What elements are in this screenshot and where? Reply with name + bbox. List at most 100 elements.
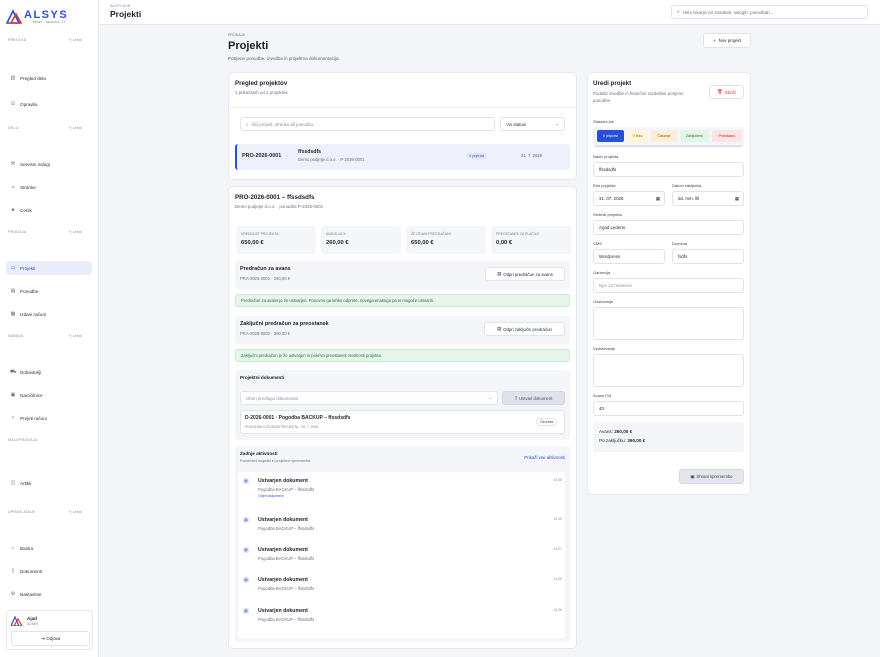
plus-icon: + [713,38,716,43]
edit-section-nabava[interactable]: ✎ Uredi [69,334,82,338]
section-title: Zaključni predračun za preostanek [240,321,329,327]
button-label: Odpri predračun za avans [503,271,553,277]
button-label: Shrani spremembe [696,474,733,479]
project-row[interactable]: PRO-2026-0001 ffssdsdfs Demo podjetje d.… [235,144,570,170]
chevron-down-icon: ⌄ [555,121,559,126]
deadline-value: 31. 07. 2026 [599,196,624,201]
sidebar-item-label: Izdani računi [20,311,47,317]
show-all-activity-link[interactable]: Prikaži vse aktivnosti [524,455,565,460]
project-name: ffssdsdfs [298,149,322,155]
activity-title: Ustvarjen dokument [258,478,308,484]
calendar-icon: ▦ [734,195,739,201]
open-final-invoice-button[interactable]: ▤ Odpri zaključni predračun [484,322,565,336]
global-search-input[interactable]: ⌕ Hitro iskanje po strankah, nalogih, pon… [671,5,868,19]
project-search-input[interactable]: ⌕ Išči projekt, stranko ali ponudbo... [240,117,495,131]
summary-advance: Avans: 260,00 € [599,429,632,434]
sidebar-item-ponudbe[interactable]: ▤ Ponudbe [6,284,92,298]
logo-text: ALSYS [24,9,69,21]
sidebar-item-label: Dokumenti [20,568,42,574]
edit-section-upravljanje[interactable]: ✎ Uredi [69,510,82,514]
new-project-button[interactable]: + Nov projekt [703,33,751,48]
deadline-input[interactable]: 31. 07. 2026 ▦ [593,191,665,206]
section-title: Predračun za avans [240,266,291,272]
document-icon: ▤ [243,478,249,484]
sidebar-item-dobavitelji[interactable]: ⛟ Dobavitelji [6,365,92,379]
activity-time: 14:29 [553,517,563,521]
save-changes-button[interactable]: ▣ Shrani spremembe [679,469,744,484]
document-icon: ▤ [243,608,249,614]
status-v-pripravi[interactable]: V pripravi [597,130,624,142]
search-icon: ⌕ [246,121,249,127]
sidebar-item-servisni-nalogi[interactable]: ⚒ Servisni nalogi [6,157,92,171]
sidebar-item-artikli[interactable]: ◫ Artikli [6,476,92,490]
logout-icon: ⇥ [40,635,45,641]
stat-label: VREDNOST PROJEKTA [241,232,279,236]
sidebar-item-label: Prejeti računi [20,415,47,421]
status-filter-select[interactable]: Vsi statusi ⌄ [500,117,565,131]
sidebar-item-banka[interactable]: ⌂ Banka [6,541,92,555]
stat-label: ŽE IZDANI PREDRAČUNI [411,232,451,236]
status-zakljuceno[interactable]: Zaključeno [680,130,709,142]
status-filter-value: Vsi statusi [506,121,527,127]
sidebar-item-projekti[interactable]: ▭ Projekti [6,261,92,275]
inbox-icon: ▿ [11,415,15,421]
project-manager-select[interactable]: Arjad Lederer [593,220,744,235]
sidebar-item-opravila[interactable]: ☑ Opravila [6,97,92,111]
sidebar-item-dokumenti[interactable]: ▯ Dokumenti [6,564,92,578]
warranty-input[interactable]: Npr. 12 mesecev [593,278,744,293]
create-document-button[interactable]: ▯ Ustvari dokument [502,391,565,405]
maintenance-label: Vzdrževanje [593,346,616,351]
activity-item: ▤ Ustvarjen dokument Pogodba BACKUP – ff… [238,515,565,541]
edit-label: Uredi [73,38,82,42]
status-preklicano[interactable]: Preklicano [712,130,742,142]
section-sub: PRA-2026-0001 · 260,00 € [240,276,291,281]
domain-input[interactable]: fsdfs [672,249,744,264]
status-v-teku[interactable]: V teku [627,130,648,142]
sidebar-item-nastavitve[interactable]: ⚙ Nastavitve [6,587,92,601]
sidebar-item-izdani-racuni[interactable]: ▦ Izdani računi [6,307,92,321]
open-advance-invoice-button[interactable]: ▤ Odpri predračun za avans [485,267,565,281]
sidebar-item-prejeti-racuni[interactable]: ▿ Prejeti računi [6,411,92,425]
sidebar-item-label: Opravila [20,101,38,107]
advance-notice: Predračun za avans je že ustvarjen. Pono… [235,294,570,307]
activity-title: Ustvarjen dokument [258,577,308,583]
payment-summary: Avans: 260,00 € Po zaključku: 390,00 € [593,422,744,452]
document-item[interactable]: D-2026-0001 · Pogodba BACKUP – ffssdsdfs… [240,410,565,434]
section-nabava: NABAVA [8,334,24,338]
bank-icon: ⌂ [11,545,15,551]
status-cakanje[interactable]: Čakanje [651,130,677,142]
invoice-icon: ▦ [10,311,16,317]
delete-project-button[interactable]: 🗑 Izbriši [709,85,744,99]
detail-subtitle: Demo podjetje d.o.o. · ponudba P-2026-00… [235,204,324,209]
sidebar-item-cenik[interactable]: ◈ Cenik [6,203,92,217]
maintenance-textarea[interactable] [593,354,744,387]
breadcrumb: ALSYS HUB [110,4,131,8]
open-document-link[interactable]: Odpri dokument [258,494,284,498]
sidebar-item-label: Stranke [20,184,36,190]
status-flow-label: Statusni tok [593,119,614,124]
users-icon: ☺ [10,184,16,190]
logout-button[interactable]: ⇥ Odjava [11,631,90,646]
edit-section-pregled[interactable]: ✎ Uredi [69,38,82,42]
sidebar-item-pregled-dela[interactable]: ▥ Pregled dela [6,71,92,85]
edit-label: Uredi [73,510,82,514]
section-delo: DELO [8,126,19,130]
completion-date-input[interactable]: dd. mm. llll ▦ [672,191,744,206]
advance-percent-input[interactable]: 40 [593,401,744,416]
stat-advance: AVANS 40 % 260,00 € [321,226,401,254]
sidebar-item-label: Dobavitelji [20,369,42,375]
activity-sub: Pogodba BACKUP – ffssdsdfs [258,487,315,492]
chart-icon: ▥ [10,75,16,81]
sidebar-item-stranke[interactable]: ☺ Stranke [6,180,92,194]
alsys-logo[interactable]: ALSYS SPLET • GRAFIKA • IT [6,8,96,26]
document-template-select[interactable]: Izberi predlogo dokumenta ⌄ [240,391,498,405]
document-icon: ▤ [243,517,249,523]
project-name-input[interactable]: ffssdsdfs [593,162,744,177]
hosting-textarea[interactable] [593,307,744,340]
cms-input[interactable]: Wordpress [593,249,665,264]
sidebar-item-label: Banka [20,545,34,551]
edit-section-delo[interactable]: ✎ Uredi [69,126,82,130]
edit-section-prodaja[interactable]: ✎ Uredi [69,230,82,234]
sidebar-item-narocilnice[interactable]: ▣ Naročilnice [6,388,92,402]
detail-title: PRO-2026-0001 – ffssdsdfs [235,194,315,201]
